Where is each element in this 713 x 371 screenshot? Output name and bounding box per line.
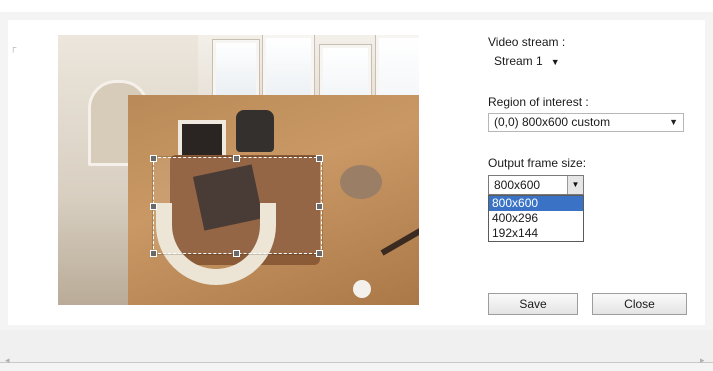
roi-resize-handle[interactable]: [316, 203, 323, 210]
save-button[interactable]: Save: [488, 293, 578, 315]
armchair: [340, 165, 382, 199]
window: [213, 40, 259, 101]
output-frame-size-options: 800x600 400x296 192x144: [488, 195, 584, 242]
roi-resize-handle[interactable]: [233, 250, 240, 257]
chevron-down-icon[interactable]: ▼: [567, 176, 583, 194]
lamp: [353, 280, 371, 298]
region-of-interest-label: Region of interest :: [488, 95, 589, 109]
roi-resize-handle[interactable]: [316, 155, 323, 162]
roi-resize-handle[interactable]: [150, 203, 157, 210]
roi-resize-handle[interactable]: [150, 155, 157, 162]
video-stream-select[interactable]: Stream 1 ▼: [488, 52, 564, 71]
output-frame-size-label: Output frame size:: [488, 156, 587, 170]
frame-size-option[interactable]: 192x144: [489, 226, 583, 241]
output-frame-size-select[interactable]: 800x600 ▼: [488, 175, 584, 195]
frame-size-option[interactable]: 400x296: [489, 211, 583, 226]
roi-resize-handle[interactable]: [316, 250, 323, 257]
output-frame-size-value: 800x600: [494, 178, 541, 192]
chevron-down-icon: ▼: [550, 57, 560, 67]
video-stream-value: Stream 1: [494, 54, 543, 68]
bottom-rule: [0, 362, 713, 363]
top-band: [0, 0, 713, 12]
roi-selection-box[interactable]: [153, 157, 322, 254]
roi-settings-panel: ┌ ◂ ▸ Video stream : Stream 1 ▼ Region of…: [0, 0, 713, 371]
close-button[interactable]: Close: [592, 293, 687, 315]
roi-resize-handle[interactable]: [150, 250, 157, 257]
video-stream-label: Video stream :: [488, 35, 566, 49]
frame-size-option[interactable]: 800x600: [489, 196, 583, 211]
corner-mark: ◂: [5, 355, 10, 365]
chevron-down-icon: ▼: [669, 117, 678, 127]
armchair: [236, 110, 274, 152]
region-of-interest-select[interactable]: (0,0) 800x600 custom ▼: [488, 113, 684, 132]
roi-resize-handle[interactable]: [233, 155, 240, 162]
corner-mark: ▸: [700, 355, 705, 365]
bottom-band: [0, 330, 713, 362]
corner-mark: ┌: [10, 42, 17, 52]
region-of-interest-value: (0,0) 800x600 custom: [494, 115, 611, 129]
